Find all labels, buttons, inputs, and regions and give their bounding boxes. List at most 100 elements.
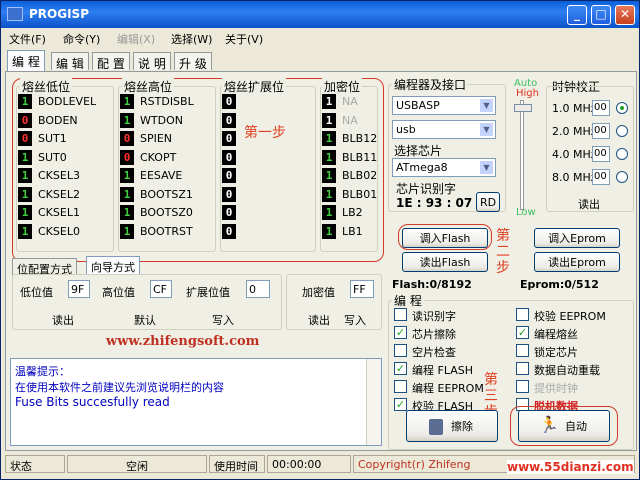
fuse-ext-bit-toggle[interactable]: 0 (222, 112, 236, 128)
read-eprom-button[interactable]: 读出Eprom (534, 252, 620, 272)
write-lock-button[interactable]: 写入 (344, 312, 366, 328)
erase-button[interactable]: 擦除 (406, 410, 498, 442)
default-fuse-button[interactable]: 默认 (134, 312, 156, 328)
status-value: 空闲 (67, 455, 207, 473)
fuse-low-bit-toggle[interactable]: 1 (18, 186, 32, 202)
fuse-ext-bit-toggle[interactable]: 0 (222, 186, 236, 202)
fuse-ext-bit-toggle[interactable]: 0 (222, 131, 236, 146)
lock-bit-bit-toggle[interactable]: 1 (322, 223, 336, 239)
tab-program[interactable]: 编 程 (7, 50, 45, 71)
fuse-high-bit-toggle[interactable]: 1 (120, 223, 134, 239)
clock-value-field[interactable]: 00 (592, 100, 610, 116)
chevron-down-icon[interactable]: ▼ (479, 122, 494, 137)
fuse-low-bit-toggle[interactable]: 1 (18, 168, 32, 183)
fuse-high-bit-toggle[interactable]: 1 (120, 186, 134, 202)
menu-command[interactable]: 命令(Y) (63, 31, 100, 47)
fuse-low-bit-toggle[interactable]: 1 (18, 205, 32, 220)
clock-radio[interactable] (616, 171, 628, 183)
fuse-low-bit-toggle[interactable]: 1 (18, 94, 32, 109)
lock-bit-name: BLB12 (342, 132, 378, 145)
low-value-field[interactable]: 9F (68, 280, 90, 298)
lock-bit-bit-toggle[interactable]: 1 (322, 205, 336, 220)
fuse-low-bit-toggle[interactable]: 0 (18, 112, 32, 128)
chevron-down-icon[interactable]: ▼ (479, 160, 494, 175)
lock-bit-bit-toggle[interactable]: 1 (322, 131, 336, 146)
log-box[interactable]: 温馨提示： 在使用本软件之前建议先浏览说明栏的内容 Fuse Bits succ… (10, 358, 382, 446)
read-fuse-button[interactable]: 读出 (52, 312, 74, 328)
fuse-high-row: 1 EESAVE (120, 168, 182, 183)
lock-bit-bit-toggle[interactable]: 1 (322, 94, 336, 109)
prog-option-checkbox[interactable] (516, 380, 529, 393)
clock-value-field[interactable]: 00 (592, 146, 610, 162)
menu-file[interactable]: 文件(F) (9, 31, 46, 47)
read-lock-button[interactable]: 读出 (308, 312, 330, 328)
chevron-down-icon[interactable]: ▼ (479, 98, 494, 113)
speed-slider-handle[interactable] (514, 104, 532, 112)
load-flash-button[interactable]: 调入Flash (402, 228, 488, 248)
high-value-field[interactable]: CF (150, 280, 172, 298)
prog-option-checkbox[interactable] (516, 344, 529, 357)
fuse-low-name: BODEN (38, 113, 78, 127)
subtab-wizard[interactable]: 向导方式 (86, 256, 140, 275)
fuse-low-bit-toggle[interactable]: 0 (18, 131, 32, 146)
clock-radio[interactable] (616, 148, 628, 160)
subtab-bit-config[interactable]: 位配置方式 (12, 258, 77, 276)
menu-edit[interactable]: 编辑(X) (117, 31, 155, 47)
prog-option-checkbox[interactable]: ✓ (394, 362, 407, 375)
prog-option-checkbox[interactable]: ✓ (516, 326, 529, 339)
tab-edit[interactable]: 编 辑 (51, 52, 89, 71)
write-fuse-button[interactable]: 写入 (212, 312, 234, 328)
read-signature-button[interactable]: RD (476, 192, 500, 212)
fuse-high-bit-toggle[interactable]: 0 (120, 149, 134, 165)
fuse-ext-bit-toggle[interactable]: 0 (222, 205, 236, 220)
prog-option-checkbox[interactable] (394, 308, 407, 321)
clock-radio[interactable] (616, 102, 628, 114)
maximize-button[interactable]: □ (591, 5, 611, 25)
fuse-ext-bit-toggle[interactable]: 0 (222, 168, 236, 183)
clock-value-field[interactable]: 00 (592, 123, 610, 139)
chip-select[interactable]: ATmega8 ▼ (392, 158, 496, 177)
fuse-low-bit-toggle[interactable]: 1 (18, 223, 32, 239)
tab-config[interactable]: 配 置 (92, 52, 130, 71)
tab-help[interactable]: 说 明 (133, 52, 171, 71)
fuse-high-bit-toggle[interactable]: 1 (120, 94, 134, 109)
fuse-high-bit-toggle[interactable]: 0 (120, 131, 134, 146)
fuse-ext-bit-toggle[interactable]: 0 (222, 149, 236, 165)
auto-button[interactable]: 🏃 自动 (518, 410, 610, 442)
menu-select[interactable]: 选择(W) (171, 31, 212, 47)
prog-option-checkbox[interactable] (516, 308, 529, 321)
prog-option-checkbox[interactable]: ✓ (394, 398, 407, 411)
clock-read-button[interactable]: 读出 (578, 196, 600, 212)
lock-bit-name: LB1 (342, 224, 363, 238)
prog-option-checkbox[interactable] (516, 362, 529, 375)
fuse-ext-bit-toggle[interactable]: 0 (222, 94, 236, 109)
prog-option-checkbox[interactable] (394, 344, 407, 357)
ext-value-field[interactable]: 0 (246, 280, 270, 298)
fuse-low-row: 1 SUT0 (18, 149, 67, 165)
lock-bit-bit-toggle[interactable]: 1 (322, 168, 336, 183)
speed-low-label: Low (516, 207, 536, 218)
prog-option-checkbox[interactable] (394, 380, 407, 393)
fuse-high-bit-toggle[interactable]: 1 (120, 205, 134, 220)
programmer-select[interactable]: USBASP ▼ (392, 96, 496, 115)
fuse-high-bit-toggle[interactable]: 1 (120, 168, 134, 183)
port-select[interactable]: usb ▼ (392, 120, 496, 139)
log-scrollbar[interactable] (366, 359, 381, 445)
menu-about[interactable]: 关于(V) (225, 31, 263, 47)
fuse-low-bit-toggle[interactable]: 1 (18, 149, 32, 165)
minimize-button[interactable]: _ (567, 5, 587, 25)
read-flash-button[interactable]: 读出Flash (402, 252, 488, 272)
fuse-ext-bit-toggle[interactable]: 0 (222, 223, 236, 239)
close-button[interactable]: ✕ (615, 5, 635, 25)
prog-option-checkbox[interactable]: ✓ (394, 326, 407, 339)
clock-value-field[interactable]: 00 (592, 169, 610, 185)
fuse-high-bit-toggle[interactable]: 1 (120, 112, 134, 128)
lock-bit-name: BLB02 (342, 169, 378, 182)
lock-value-field[interactable]: FF (350, 280, 374, 298)
lock-bit-bit-toggle[interactable]: 1 (322, 186, 336, 202)
lock-bit-bit-toggle[interactable]: 1 (322, 112, 336, 128)
load-eprom-button[interactable]: 调入Eprom (534, 228, 620, 248)
clock-radio[interactable] (616, 125, 628, 137)
lock-bit-bit-toggle[interactable]: 1 (322, 149, 336, 165)
tab-upgrade[interactable]: 升 级 (174, 52, 212, 71)
